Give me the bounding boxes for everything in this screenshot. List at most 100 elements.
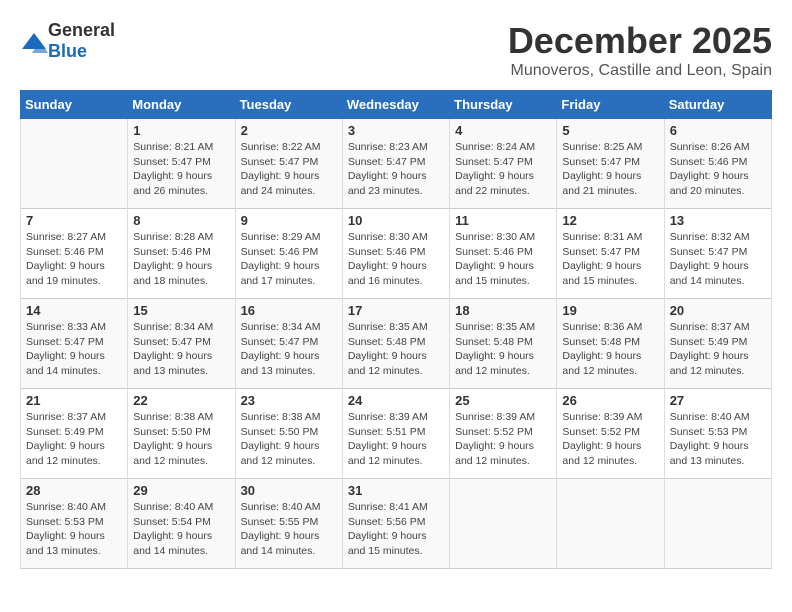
day-info: Sunrise: 8:41 AMSunset: 5:56 PMDaylight:… [348, 500, 444, 559]
day-number: 1 [133, 123, 229, 138]
day-info: Sunrise: 8:26 AMSunset: 5:46 PMDaylight:… [670, 140, 766, 199]
calendar-cell: 16 Sunrise: 8:34 AMSunset: 5:47 PMDayligh… [235, 299, 342, 389]
day-number: 19 [562, 303, 658, 318]
header-cell-monday: Monday [128, 91, 235, 119]
calendar-week-row: 21Sunrise: 8:37 AMSunset: 5:49 PMDayligh… [21, 389, 772, 479]
calendar-cell [21, 119, 128, 209]
day-info: Sunrise: 8:36 AMSunset: 5:48 PMDaylight:… [562, 320, 658, 379]
day-number: 30 [241, 483, 337, 498]
logo-text: General Blue [48, 20, 115, 62]
subtitle: Munoveros, Castille and Leon, Spain [508, 62, 772, 80]
calendar-cell: 11 Sunrise: 8:30 AMSunset: 5:46 PMDayligh… [450, 209, 557, 299]
calendar-cell: 2Sunrise: 8:22 AMSunset: 5:47 PMDaylight… [235, 119, 342, 209]
calendar-cell: 23 Sunrise: 8:38 AMSunset: 5:50 PMDayligh… [235, 389, 342, 479]
calendar-cell: 28 Sunrise: 8:40 AMSunset: 5:53 PMDayligh… [21, 479, 128, 569]
calendar-cell [664, 479, 771, 569]
day-number: 6 [670, 123, 766, 138]
day-number: 16 [241, 303, 337, 318]
day-info: Sunrise: 8:39 AMSunset: 5:52 PMDaylight:… [562, 410, 658, 469]
day-info: Sunrise: 8:33 AMSunset: 5:47 PMDaylight:… [26, 320, 122, 379]
calendar-cell: 5 Sunrise: 8:25 AMSunset: 5:47 PMDaylight… [557, 119, 664, 209]
day-number: 9 [241, 213, 337, 228]
calendar-cell: 9 Sunrise: 8:29 AMSunset: 5:46 PMDaylight… [235, 209, 342, 299]
header-cell-thursday: Thursday [450, 91, 557, 119]
day-info: Sunrise: 8:25 AMSunset: 5:47 PMDaylight:… [562, 140, 658, 199]
header-cell-tuesday: Tuesday [235, 91, 342, 119]
day-number: 10 [348, 213, 444, 228]
header: General Blue December 2025 Munoveros, Ca… [20, 20, 772, 80]
header-cell-saturday: Saturday [664, 91, 771, 119]
calendar-table: SundayMondayTuesdayWednesdayThursdayFrid… [20, 90, 772, 569]
logo: General Blue [20, 20, 115, 62]
day-number: 11 [455, 213, 551, 228]
title-section: December 2025 Munoveros, Castille and Le… [508, 20, 772, 80]
day-info: Sunrise: 8:28 AMSunset: 5:46 PMDaylight:… [133, 230, 229, 289]
day-number: 17 [348, 303, 444, 318]
day-number: 28 [26, 483, 122, 498]
calendar-cell: 29 Sunrise: 8:40 AMSunset: 5:54 PMDayligh… [128, 479, 235, 569]
calendar-cell: 27Sunrise: 8:40 AMSunset: 5:53 PMDayligh… [664, 389, 771, 479]
main-title: December 2025 [508, 20, 772, 62]
calendar-cell: 3Sunrise: 8:23 AMSunset: 5:47 PMDaylight… [342, 119, 449, 209]
calendar-cell: 18 Sunrise: 8:35 AMSunset: 5:48 PMDayligh… [450, 299, 557, 389]
day-number: 18 [455, 303, 551, 318]
calendar-cell: 1 Sunrise: 8:21 AMSunset: 5:47 PMDaylight… [128, 119, 235, 209]
day-number: 29 [133, 483, 229, 498]
calendar-cell: 21Sunrise: 8:37 AMSunset: 5:49 PMDayligh… [21, 389, 128, 479]
calendar-week-row: 7 Sunrise: 8:27 AMSunset: 5:46 PMDaylight… [21, 209, 772, 299]
calendar-cell: 22 Sunrise: 8:38 AMSunset: 5:50 PMDayligh… [128, 389, 235, 479]
calendar-cell: 24 Sunrise: 8:39 AMSunset: 5:51 PMDayligh… [342, 389, 449, 479]
day-number: 26 [562, 393, 658, 408]
day-info: Sunrise: 8:37 AMSunset: 5:49 PMDaylight:… [26, 410, 122, 469]
day-info: Sunrise: 8:40 AMSunset: 5:54 PMDaylight:… [133, 500, 229, 559]
day-number: 27 [670, 393, 766, 408]
day-info: Sunrise: 8:34 AMSunset: 5:47 PMDaylight:… [133, 320, 229, 379]
day-number: 24 [348, 393, 444, 408]
day-number: 25 [455, 393, 551, 408]
day-info: Sunrise: 8:29 AMSunset: 5:46 PMDaylight:… [241, 230, 337, 289]
day-number: 20 [670, 303, 766, 318]
day-info: Sunrise: 8:34 AMSunset: 5:47 PMDaylight:… [241, 320, 337, 379]
calendar-cell: 10 Sunrise: 8:30 AMSunset: 5:46 PMDayligh… [342, 209, 449, 299]
day-number: 14 [26, 303, 122, 318]
day-number: 31 [348, 483, 444, 498]
calendar-cell: 20Sunrise: 8:37 AMSunset: 5:49 PMDayligh… [664, 299, 771, 389]
day-number: 8 [133, 213, 229, 228]
day-info: Sunrise: 8:35 AMSunset: 5:48 PMDaylight:… [348, 320, 444, 379]
day-info: Sunrise: 8:21 AMSunset: 5:47 PMDaylight:… [133, 140, 229, 199]
calendar-cell: 15 Sunrise: 8:34 AMSunset: 5:47 PMDayligh… [128, 299, 235, 389]
day-info: Sunrise: 8:39 AMSunset: 5:52 PMDaylight:… [455, 410, 551, 469]
calendar-cell: 26 Sunrise: 8:39 AMSunset: 5:52 PMDayligh… [557, 389, 664, 479]
day-number: 15 [133, 303, 229, 318]
day-info: Sunrise: 8:30 AMSunset: 5:46 PMDaylight:… [455, 230, 551, 289]
calendar-cell: 19 Sunrise: 8:36 AMSunset: 5:48 PMDayligh… [557, 299, 664, 389]
day-info: Sunrise: 8:40 AMSunset: 5:55 PMDaylight:… [241, 500, 337, 559]
logo-icon [20, 31, 44, 51]
day-info: Sunrise: 8:24 AMSunset: 5:47 PMDaylight:… [455, 140, 551, 199]
day-info: Sunrise: 8:31 AMSunset: 5:47 PMDaylight:… [562, 230, 658, 289]
day-info: Sunrise: 8:40 AMSunset: 5:53 PMDaylight:… [26, 500, 122, 559]
day-number: 7 [26, 213, 122, 228]
calendar-cell: 6 Sunrise: 8:26 AMSunset: 5:46 PMDaylight… [664, 119, 771, 209]
calendar-cell: 7 Sunrise: 8:27 AMSunset: 5:46 PMDaylight… [21, 209, 128, 299]
day-info: Sunrise: 8:38 AMSunset: 5:50 PMDaylight:… [241, 410, 337, 469]
calendar-week-row: 1 Sunrise: 8:21 AMSunset: 5:47 PMDaylight… [21, 119, 772, 209]
day-info: Sunrise: 8:39 AMSunset: 5:51 PMDaylight:… [348, 410, 444, 469]
calendar-cell: 13Sunrise: 8:32 AMSunset: 5:47 PMDayligh… [664, 209, 771, 299]
day-number: 22 [133, 393, 229, 408]
day-info: Sunrise: 8:35 AMSunset: 5:48 PMDaylight:… [455, 320, 551, 379]
calendar-week-row: 14 Sunrise: 8:33 AMSunset: 5:47 PMDayligh… [21, 299, 772, 389]
day-number: 2 [241, 123, 337, 138]
calendar-cell: 4Sunrise: 8:24 AMSunset: 5:47 PMDaylight… [450, 119, 557, 209]
day-info: Sunrise: 8:27 AMSunset: 5:46 PMDaylight:… [26, 230, 122, 289]
day-info: Sunrise: 8:30 AMSunset: 5:46 PMDaylight:… [348, 230, 444, 289]
day-info: Sunrise: 8:38 AMSunset: 5:50 PMDaylight:… [133, 410, 229, 469]
calendar-cell [450, 479, 557, 569]
day-info: Sunrise: 8:23 AMSunset: 5:47 PMDaylight:… [348, 140, 444, 199]
day-number: 23 [241, 393, 337, 408]
day-number: 5 [562, 123, 658, 138]
calendar-cell: 31 Sunrise: 8:41 AMSunset: 5:56 PMDayligh… [342, 479, 449, 569]
header-cell-friday: Friday [557, 91, 664, 119]
calendar-cell: 8 Sunrise: 8:28 AMSunset: 5:46 PMDaylight… [128, 209, 235, 299]
header-cell-sunday: Sunday [21, 91, 128, 119]
